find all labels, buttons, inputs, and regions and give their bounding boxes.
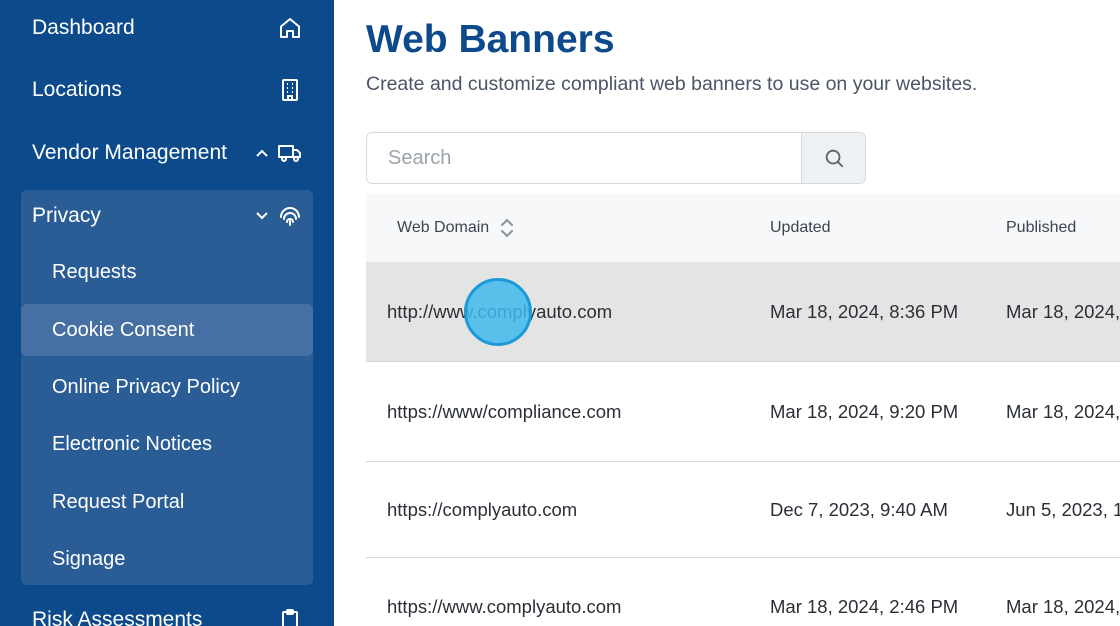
privacy-group: Privacy Requests Cookie Consent Online P…: [21, 190, 313, 585]
sidebar-subitem-label: Online Privacy Policy: [52, 375, 240, 398]
chevron-down-icon[interactable]: [254, 208, 270, 224]
web-banners-table: Web Domain Updated Published http://www.…: [366, 194, 1120, 626]
truck-icon: [278, 145, 301, 162]
search-bar: [366, 132, 866, 184]
search-icon: [825, 149, 843, 168]
building-icon: [282, 79, 298, 101]
cell-web-domain[interactable]: https://www/compliance.com: [387, 362, 621, 461]
sidebar-item-label: Dashboard: [32, 16, 135, 39]
table-row[interactable]: https://www.complyauto.com Mar 18, 2024,…: [366, 558, 1120, 626]
sidebar-item-locations[interactable]: Locations: [0, 62, 334, 118]
table-header: Web Domain Updated Published: [366, 194, 1120, 262]
table-row[interactable]: https://www/compliance.com Mar 18, 2024,…: [366, 362, 1120, 462]
cell-published: Mar 18, 2024,: [1006, 400, 1120, 422]
fingerprint-icon: [280, 207, 300, 226]
sidebar-subitem-request-portal[interactable]: Request Portal: [21, 476, 313, 528]
sidebar-subitem-label: Electronic Notices: [52, 432, 213, 455]
sidebar-subitem-label: Request Portal: [52, 490, 185, 513]
main-content: Web Banners Create and customize complia…: [334, 0, 1120, 626]
chevron-up-icon[interactable]: [254, 145, 270, 161]
cell-web-domain[interactable]: https://www.complyauto.com: [387, 558, 621, 626]
sort-icon[interactable]: [499, 216, 515, 240]
sidebar-item-vendor-management[interactable]: Vendor Management: [0, 125, 334, 181]
cell-updated: Mar 18, 2024, 2:46 PM: [770, 596, 959, 617]
sidebar-item-label: Risk Assessments: [32, 608, 203, 626]
sidebar: Dashboard Locations Vendor Management Pr…: [0, 0, 334, 626]
sidebar-subitem-requests[interactable]: Requests: [21, 246, 313, 298]
cell-updated: Mar 18, 2024, 8:36 PM: [770, 300, 959, 322]
sidebar-item-risk-assessments[interactable]: Risk Assessments: [0, 592, 334, 626]
search-input[interactable]: [367, 133, 801, 183]
home-icon: [280, 18, 300, 38]
column-header-updated[interactable]: Updated: [770, 194, 831, 262]
sidebar-subitem-label: Cookie Consent: [52, 318, 195, 341]
column-header-published[interactable]: Published: [1006, 194, 1076, 262]
cell-web-domain[interactable]: https://complyauto.com: [387, 462, 577, 557]
cell-published: Mar 18, 2024,: [1006, 596, 1120, 617]
sidebar-subitem-electronic-notices[interactable]: Electronic Notices: [21, 418, 313, 470]
cell-published: Mar 18, 2024,: [1006, 300, 1120, 322]
cell-published: Jun 5, 2023, 1: [1006, 498, 1120, 520]
sidebar-subitem-signage[interactable]: Signage: [21, 533, 313, 585]
sidebar-subitem-online-privacy-policy[interactable]: Online Privacy Policy: [21, 361, 313, 413]
sidebar-item-privacy[interactable]: Privacy: [21, 190, 313, 242]
page-title: Web Banners: [366, 18, 615, 61]
search-button[interactable]: [801, 133, 865, 183]
sidebar-subitem-cookie-consent[interactable]: Cookie Consent: [21, 304, 313, 356]
sidebar-subitem-label: Requests: [52, 260, 137, 283]
sidebar-item-label: Vendor Management: [32, 141, 227, 164]
sidebar-subitem-label: Signage: [52, 547, 126, 570]
page-subtitle: Create and customize compliant web banne…: [366, 73, 978, 95]
table-row[interactable]: https://complyauto.com Dec 7, 2023, 9:40…: [366, 462, 1120, 558]
clipboard-icon: [282, 609, 298, 626]
sidebar-item-label: Locations: [32, 78, 122, 101]
column-header-web-domain[interactable]: Web Domain: [397, 194, 515, 262]
cell-updated: Dec 7, 2023, 9:40 AM: [770, 498, 948, 520]
sidebar-item-label: Privacy: [32, 204, 101, 227]
sidebar-item-dashboard[interactable]: Dashboard: [0, 0, 334, 56]
cell-updated: Mar 18, 2024, 9:20 PM: [770, 400, 959, 422]
click-indicator: [464, 278, 532, 346]
